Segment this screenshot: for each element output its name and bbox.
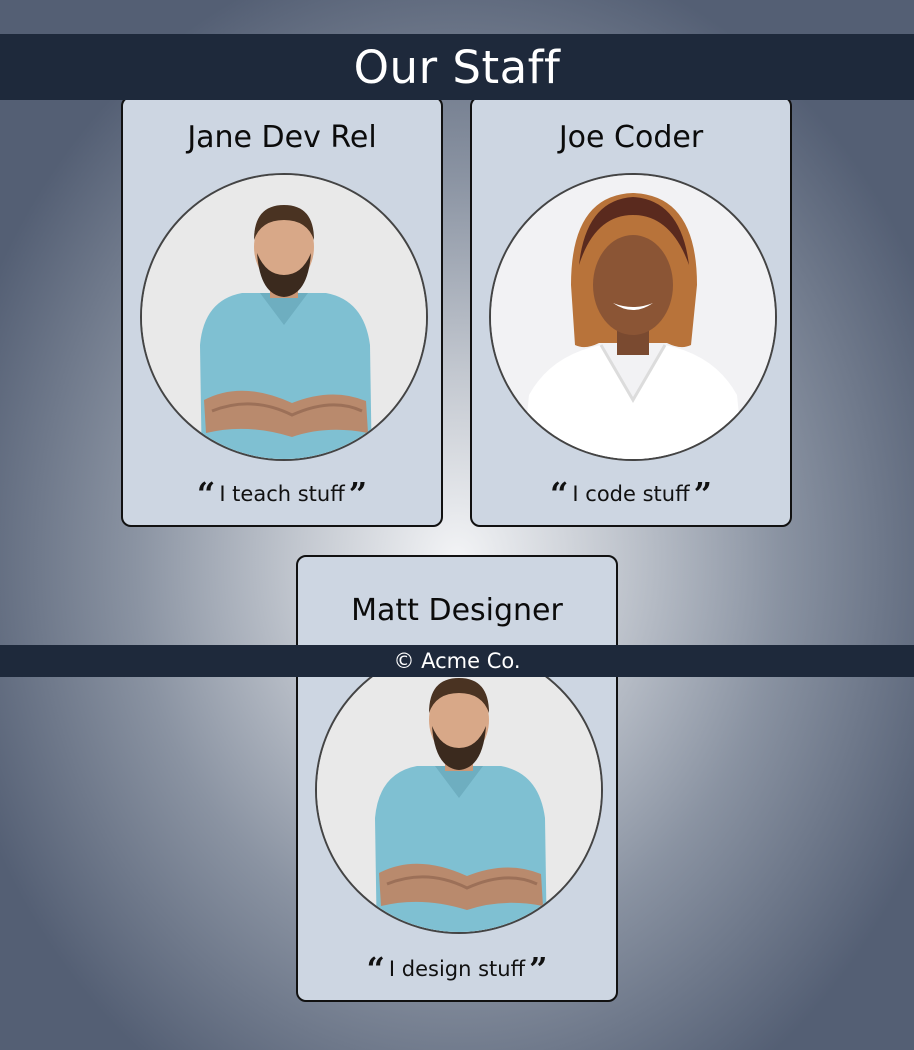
- staff-card: Matt Designer “I design stuff”: [296, 555, 618, 1002]
- staff-card: Jane Dev Rel “I teach stuff”: [121, 96, 443, 527]
- staff-quote: “I design stuff”: [298, 953, 616, 985]
- close-quote-icon: ”: [529, 950, 548, 988]
- staff-photo: [315, 646, 603, 934]
- staff-quote: “I code stuff”: [472, 478, 790, 510]
- close-quote-icon: ”: [693, 475, 712, 513]
- open-quote-icon: “: [196, 475, 216, 513]
- staff-quote-text: I code stuff: [572, 482, 690, 506]
- staff-name: Matt Designer: [351, 593, 563, 628]
- staff-quote: “I teach stuff”: [123, 478, 441, 510]
- site-footer: © Acme Co.: [0, 645, 914, 677]
- open-quote-icon: “: [366, 950, 385, 988]
- site-header: Our Staff: [0, 34, 914, 100]
- staff-quote-text: I design stuff: [388, 957, 526, 981]
- open-quote-icon: “: [550, 475, 569, 513]
- staff-photo: [489, 173, 777, 461]
- close-quote-icon: ”: [348, 475, 368, 513]
- staff-name: Joe Coder: [558, 120, 704, 155]
- copyright-text: © Acme Co.: [393, 648, 521, 673]
- page-title: Our Staff: [353, 40, 561, 94]
- staff-card: Joe Coder “I code stuff”: [470, 96, 792, 527]
- staff-name: Jane Dev Rel: [187, 120, 377, 155]
- staff-photo: [140, 173, 428, 461]
- staff-quote-text: I teach stuff: [219, 482, 345, 506]
